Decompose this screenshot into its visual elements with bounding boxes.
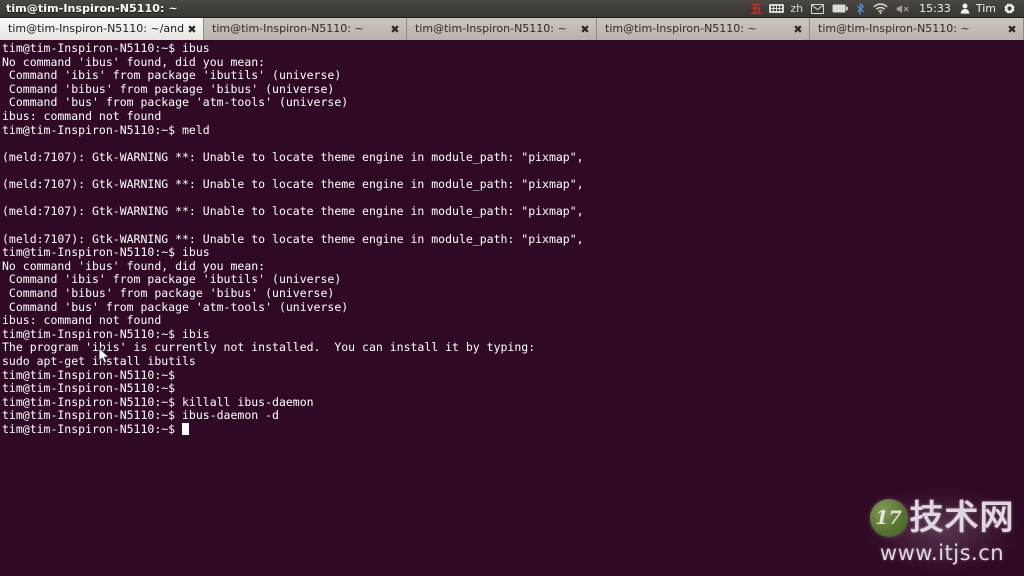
terminal-line: Command 'ibis' from package 'ibutils' (u… <box>2 272 342 287</box>
terminal-line: tim@tim-Inspiron-N5110:~$ ibis <box>2 326 210 341</box>
keyboard-icon[interactable] <box>765 0 788 18</box>
watermark-logo-row: 17 技术网 <box>869 496 1015 540</box>
watermark-url: www.itjs.cn <box>879 541 1005 565</box>
user-name[interactable]: Tim <box>974 0 999 18</box>
terminal-line: tim@tim-Inspiron-N5110:~$ <box>2 367 176 382</box>
terminal-line: ibus: command not found <box>2 109 162 124</box>
terminal-line: (meld:7107): Gtk-WARNING **: Unable to l… <box>2 204 584 219</box>
terminal-line: (meld:7107): Gtk-WARNING **: Unable to l… <box>2 231 584 246</box>
volume-muted-icon[interactable] <box>892 0 914 18</box>
user-icon[interactable] <box>956 0 974 18</box>
language-indicator[interactable]: zh <box>788 0 807 18</box>
tab-label: tim@tim-Inspiron-N5110: ~/andro… <box>8 22 185 35</box>
terminal-line: Command 'bibus' from package 'bibus' (un… <box>2 81 335 96</box>
terminal-line: Command 'bus' from package 'atm-tools' (… <box>2 95 349 110</box>
watermark-cn-text: 技术网 <box>909 498 1015 538</box>
terminal-line: tim@tim-Inspiron-N5110:~$ ibus-daemon -d <box>2 408 279 423</box>
tab-close-icon[interactable]: ✖ <box>388 18 402 40</box>
terminal-line: ibus: command not found <box>2 313 162 328</box>
tab-label: tim@tim-Inspiron-N5110: ~ <box>415 22 567 35</box>
mail-icon[interactable] <box>807 0 828 18</box>
tab-label: tim@tim-Inspiron-N5110: ~ <box>605 22 757 35</box>
tab-1[interactable]: tim@tim-Inspiron-N5110: ~ ✖ <box>204 18 407 40</box>
tab-close-icon[interactable]: ✖ <box>185 18 199 40</box>
terminal-cursor <box>182 423 190 436</box>
top-panel: tim@tim-Inspiron-N5110: ~ 五 zh 15:33 Tim <box>0 0 1024 18</box>
terminal-line: The program 'ibis' is currently not inst… <box>2 340 536 355</box>
wifi-icon[interactable] <box>869 0 892 18</box>
tab-label: tim@tim-Inspiron-N5110: ~ <box>818 22 970 35</box>
tab-0[interactable]: tim@tim-Inspiron-N5110: ~/andro… ✖ <box>0 18 204 40</box>
desktop-root: tim@tim-Inspiron-N5110: ~ 五 zh 15:33 Tim… <box>0 0 1024 576</box>
terminal-line: No command 'ibus' found, did you mean: <box>2 258 266 273</box>
terminal-line: tim@tim-Inspiron-N5110:~$ killall ibus-d… <box>2 394 314 409</box>
terminal-line: tim@tim-Inspiron-N5110:~$ meld <box>2 122 210 137</box>
tab-label: tim@tim-Inspiron-N5110: ~ <box>212 22 364 35</box>
window-title: tim@tim-Inspiron-N5110: ~ <box>6 2 178 15</box>
tab-close-icon[interactable]: ✖ <box>1005 18 1019 40</box>
terminal-line: tim@tim-Inspiron-N5110:~$ <box>2 381 176 396</box>
site-watermark: 17 技术网 www.itjs.cn <box>866 488 1018 572</box>
tab-close-icon[interactable]: ✖ <box>578 18 592 40</box>
terminal-prompt-line: tim@tim-Inspiron-N5110:~$ <box>2 422 1024 437</box>
tab-4[interactable]: tim@tim-Inspiron-N5110: ~ ✖ <box>810 18 1024 40</box>
tab-3[interactable]: tim@tim-Inspiron-N5110: ~ ✖ <box>597 18 810 40</box>
system-tray: 五 zh 15:33 Tim <box>747 0 1024 18</box>
battery-icon[interactable] <box>828 0 852 18</box>
watermark-badge: 17 <box>869 499 908 537</box>
gear-icon[interactable] <box>999 0 1020 18</box>
terminal-line: tim@tim-Inspiron-N5110:~$ ibus <box>2 41 210 55</box>
terminal-line: Command 'bibus' from package 'bibus' (un… <box>2 285 335 300</box>
terminal-line: tim@tim-Inspiron-N5110:~$ ibus <box>2 245 210 260</box>
terminal-prompt-text: tim@tim-Inspiron-N5110:~$ <box>2 422 183 437</box>
terminal-tab-bar: tim@tim-Inspiron-N5110: ~/andro… ✖ tim@t… <box>0 18 1024 40</box>
terminal-line: (meld:7107): Gtk-WARNING **: Unable to l… <box>2 177 584 192</box>
terminal-line: Command 'ibis' from package 'ibutils' (u… <box>2 68 342 83</box>
terminal-line: sudo apt-get install ibutils <box>2 354 196 369</box>
terminal-line: Command 'bus' from package 'atm-tools' (… <box>2 299 349 314</box>
tab-close-icon[interactable]: ✖ <box>791 18 805 40</box>
tab-2[interactable]: tim@tim-Inspiron-N5110: ~ ✖ <box>407 18 597 40</box>
bluetooth-icon[interactable] <box>852 0 869 18</box>
terminal-line: No command 'ibus' found, did you mean: <box>2 54 266 69</box>
clock[interactable]: 15:33 <box>914 0 956 18</box>
terminal-line: (meld:7107): Gtk-WARNING **: Unable to l… <box>2 149 584 164</box>
wubi-input-icon[interactable]: 五 <box>747 0 765 18</box>
